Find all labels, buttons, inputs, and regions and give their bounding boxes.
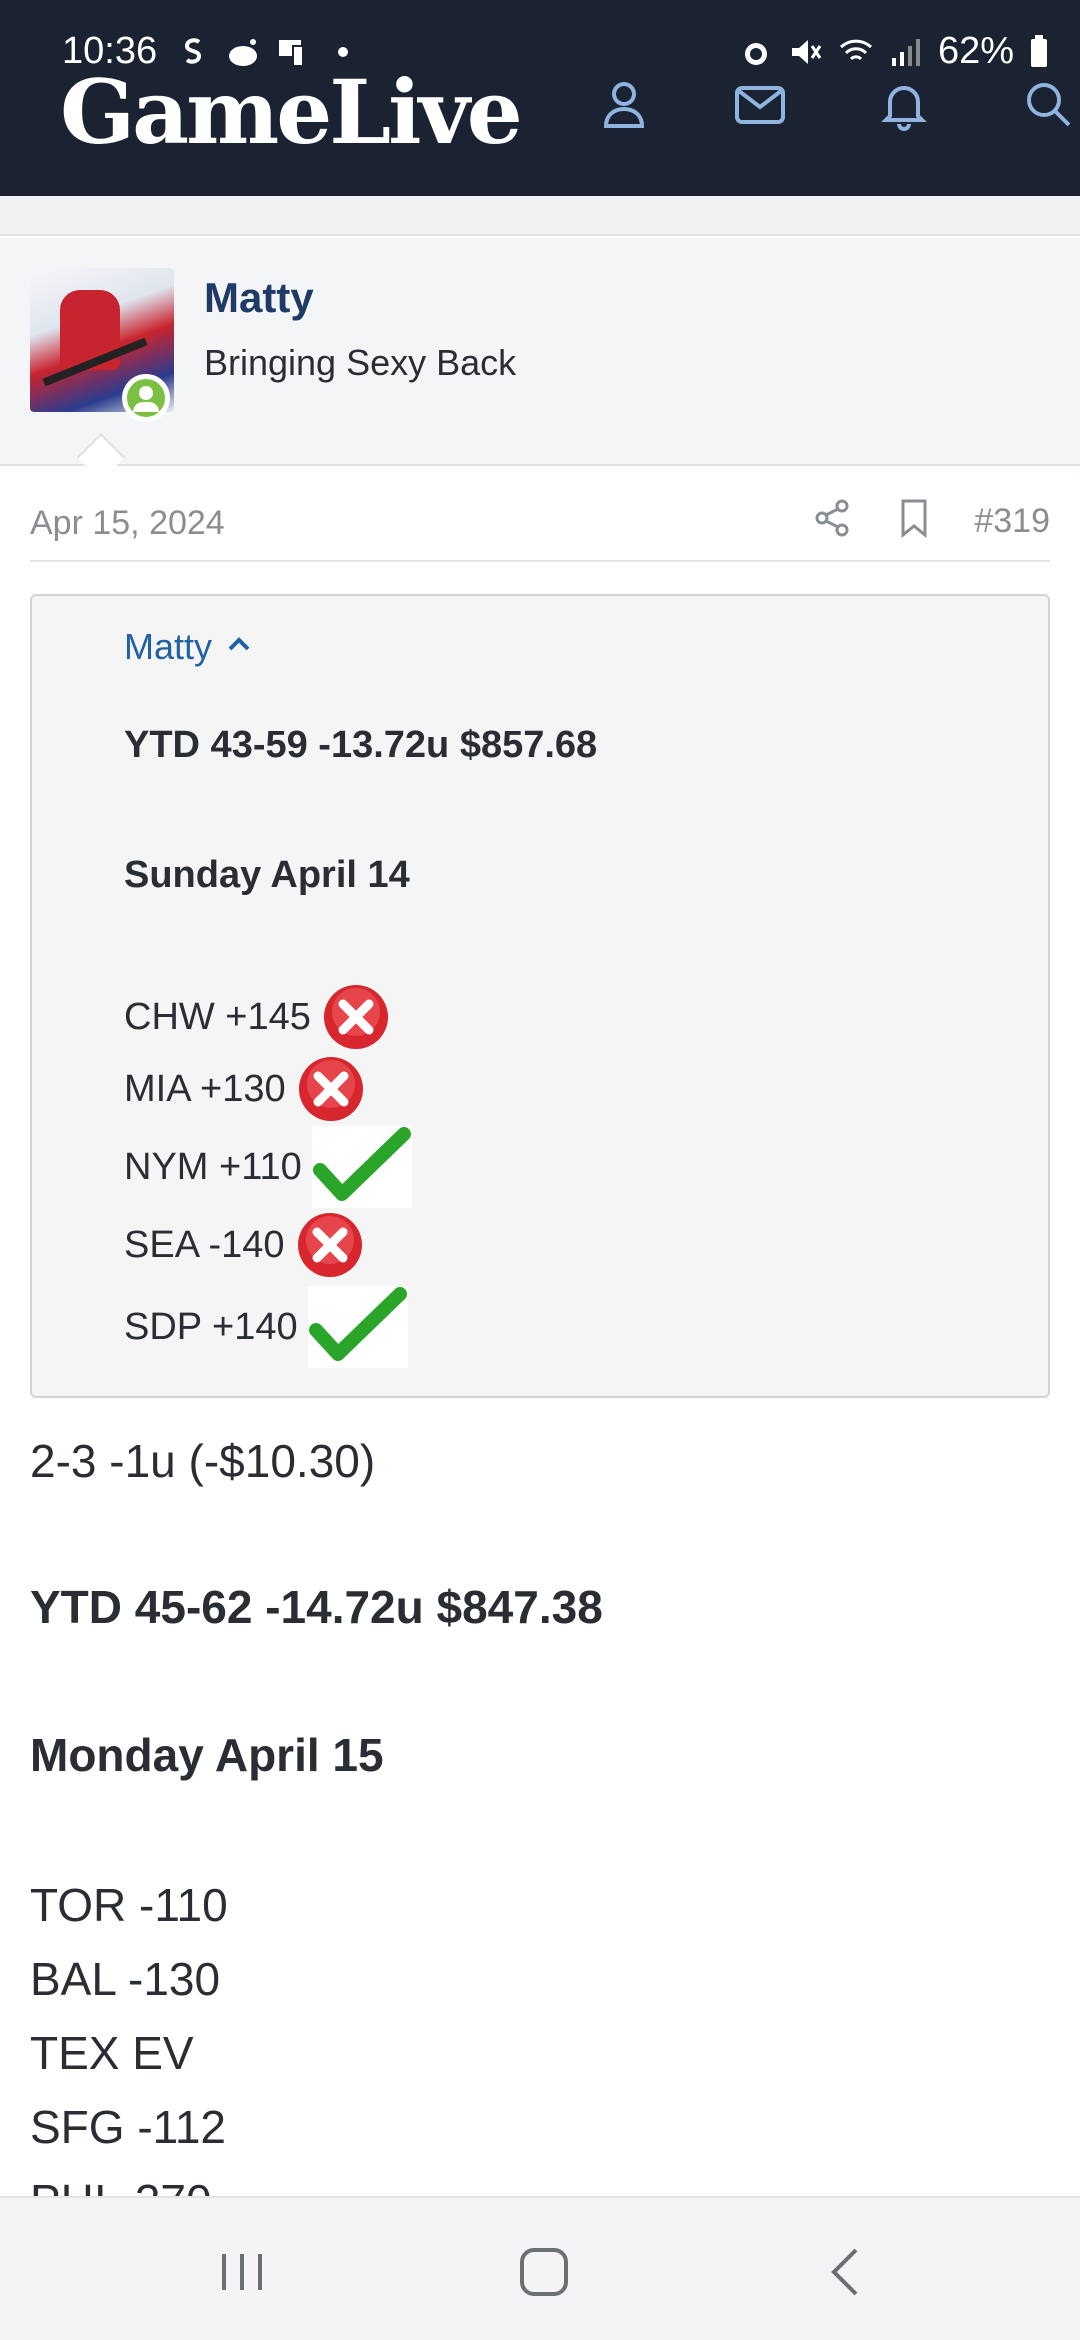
quote-pick: MIA +130 xyxy=(124,1054,366,1124)
home-icon[interactable] xyxy=(514,2242,574,2302)
chevron-up-icon xyxy=(224,626,254,668)
post-pick: SFG -112 xyxy=(30,2101,226,2153)
post-pick: BAL -130 xyxy=(30,1953,221,2005)
post-author-name[interactable]: Matty xyxy=(204,274,314,322)
online-status-icon xyxy=(122,374,170,422)
post-meta: Apr 15, 2024 #319 xyxy=(30,466,1050,562)
quote-pick: SDP +140 xyxy=(124,1286,408,1368)
back-icon[interactable] xyxy=(818,2242,878,2302)
post-summary: 2-3 -1u (-$10.30) xyxy=(30,1435,376,1487)
quote-pick: CHW +145 xyxy=(124,982,391,1052)
quote-pick: SEA -140 xyxy=(124,1210,365,1280)
app-header: 10:36 62% GameLive xyxy=(0,0,1080,196)
battery-icon xyxy=(1028,34,1050,70)
red-x-icon xyxy=(321,982,391,1052)
quote-author-name: Matty xyxy=(124,626,213,667)
bookmark-icon[interactable] xyxy=(892,496,936,540)
quote-block: Matty YTD 43-59 -13.72u $857.68 Sunday A… xyxy=(30,594,1050,1398)
quote-ytd: YTD 43-59 -13.72u $857.68 xyxy=(124,724,598,766)
system-nav-bar xyxy=(0,2196,1080,2340)
user-icon[interactable] xyxy=(596,76,652,132)
quote-pick: NYM +110 xyxy=(124,1126,412,1208)
post-number-link[interactable]: #319 xyxy=(974,502,1050,541)
red-x-icon xyxy=(295,1210,365,1280)
recent-apps-icon[interactable] xyxy=(212,2242,272,2302)
post-day-heading: Monday April 15 xyxy=(30,1729,384,1781)
header-divider xyxy=(0,196,1080,236)
battery-percent: 62% xyxy=(937,30,1014,72)
post-user-title: Bringing Sexy Back xyxy=(204,342,517,383)
mail-icon[interactable] xyxy=(732,76,788,132)
wifi-icon xyxy=(838,34,874,70)
app-logo[interactable]: GameLive xyxy=(60,68,523,156)
post-ytd: YTD 45-62 -14.72u $847.38 xyxy=(30,1581,603,1633)
post-pick: TOR -110 xyxy=(30,1879,228,1931)
red-x-icon xyxy=(296,1054,366,1124)
green-check-icon xyxy=(311,1126,412,1208)
search-icon[interactable] xyxy=(1020,76,1076,132)
post-date[interactable]: Apr 15, 2024 xyxy=(30,504,225,543)
signal-icon xyxy=(888,34,924,70)
alarm-icon xyxy=(738,34,774,70)
share-icon[interactable] xyxy=(810,496,854,540)
quote-author-toggle[interactable]: Matty xyxy=(124,626,254,668)
quote-day-heading: Sunday April 14 xyxy=(124,854,410,896)
mute-icon xyxy=(788,34,824,70)
post-author-block: Matty Bringing Sexy Back xyxy=(0,238,1080,466)
bell-icon[interactable] xyxy=(876,76,932,132)
green-check-icon xyxy=(307,1286,408,1368)
post-pick: TEX EV xyxy=(30,2027,194,2079)
